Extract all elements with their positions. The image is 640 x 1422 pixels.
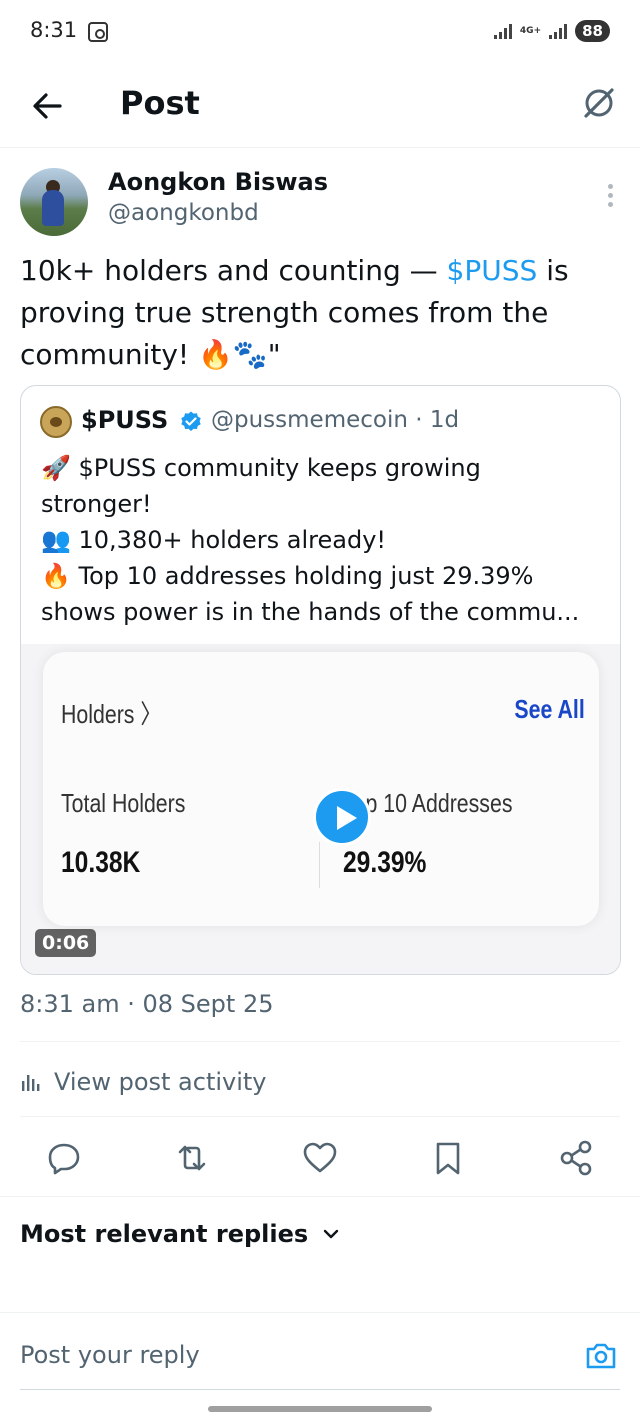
holders-heading: Holders 〉 <box>61 699 162 729</box>
total-holders-value: 10.38K <box>61 846 141 879</box>
more-options-icon[interactable] <box>606 184 614 208</box>
chevron-down-icon <box>323 1229 339 1239</box>
replies-sort-label: Most relevant replies <box>20 1220 309 1248</box>
view-post-activity[interactable]: View post activity <box>20 1064 267 1100</box>
divider <box>20 1116 620 1117</box>
play-button[interactable] <box>313 788 371 846</box>
post-text: 10k+ holders and counting — $PUSS is pro… <box>20 250 620 376</box>
total-holders-label: Total Holders <box>61 788 186 818</box>
page-title: Post <box>120 84 200 122</box>
view-post-activity-label: View post activity <box>54 1068 267 1096</box>
composer-underline <box>20 1389 620 1390</box>
screenshot-icon <box>88 22 108 42</box>
divider <box>20 1041 620 1042</box>
top10-value: 29.39% <box>343 846 427 879</box>
video-frame: Holders 〉 See All Total Holders 10.38K T… <box>43 652 599 926</box>
status-time: 8:31 <box>30 18 78 42</box>
like-icon[interactable] <box>300 1138 340 1178</box>
reply-composer <box>0 1312 640 1390</box>
status-indicators: 4G+ 88 <box>493 20 610 42</box>
replies-sort-dropdown[interactable]: Most relevant replies <box>20 1220 342 1248</box>
home-indicator[interactable] <box>208 1406 432 1412</box>
post-text-start: 10k+ holders and counting — <box>20 254 447 287</box>
post-timestamp[interactable]: 8:31 am · 08 Sept 25 <box>20 990 273 1018</box>
quoted-post[interactable]: $PUSS @pussmemecoin · 1d 🚀 $PUSS communi… <box>20 385 621 975</box>
camera-icon[interactable] <box>584 1339 618 1373</box>
reply-input[interactable] <box>20 1341 560 1369</box>
author-name[interactable]: Aongkon Biswas <box>108 168 328 196</box>
quoted-avatar[interactable] <box>40 406 72 438</box>
action-bar <box>0 1130 640 1186</box>
analytics-icon <box>22 1075 40 1091</box>
quoted-text: 🚀 $PUSS community keeps growing stronger… <box>41 450 606 630</box>
author-handle[interactable]: @aongkonbd <box>108 200 259 226</box>
share-icon[interactable] <box>556 1138 596 1178</box>
quoted-text-line: 🚀 $PUSS community keeps growing <box>41 454 481 482</box>
top-bar: Post <box>0 66 640 148</box>
status-bar: 8:31 4G+ 88 <box>0 0 640 66</box>
video-duration: 0:06 <box>35 929 97 957</box>
signal-icon <box>493 23 512 39</box>
grok-icon[interactable] <box>580 84 618 122</box>
video-media[interactable]: Holders 〉 See All Total Holders 10.38K T… <box>21 644 620 974</box>
cashtag-link[interactable]: $PUSS <box>447 254 538 287</box>
back-arrow-icon[interactable] <box>28 86 68 126</box>
stat-divider <box>319 842 320 888</box>
see-all-text: See All <box>514 694 585 724</box>
verified-badge-icon <box>181 411 201 431</box>
repost-icon[interactable] <box>172 1138 212 1178</box>
signal-icon <box>549 23 568 39</box>
quoted-handle-time: @pussmemecoin · 1d <box>211 407 460 433</box>
battery-indicator: 88 <box>575 20 610 42</box>
network-type: 4G+ <box>519 25 542 36</box>
reply-icon[interactable] <box>44 1138 84 1178</box>
quoted-text-line: shows power is in the hands of the commu… <box>41 598 580 626</box>
quoted-text-line: 🔥 Top 10 addresses holding just 29.39% <box>41 562 534 590</box>
avatar[interactable] <box>20 168 88 236</box>
quoted-text-line: stronger! <box>41 490 152 518</box>
quoted-author-name: $PUSS <box>81 406 169 434</box>
divider <box>0 1196 640 1197</box>
quoted-text-line: 👥 10,380+ holders already! <box>41 526 387 554</box>
bookmark-icon[interactable] <box>428 1138 468 1178</box>
